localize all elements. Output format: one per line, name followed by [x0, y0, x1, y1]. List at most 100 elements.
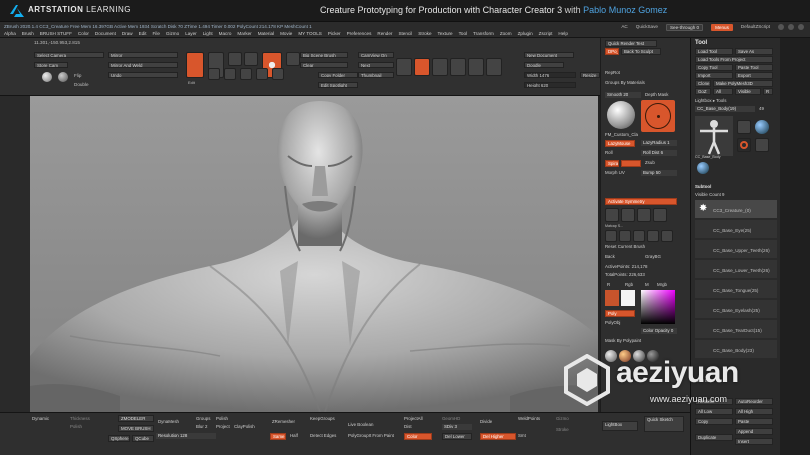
resolution-slider[interactable]: Resolution 128: [156, 433, 216, 439]
creature-sculpt[interactable]: [30, 96, 598, 412]
r-button[interactable]: R: [763, 88, 773, 95]
minimize-icon[interactable]: [778, 24, 784, 30]
subtool-item[interactable]: CC_Base_Eye(25): [695, 220, 777, 238]
del-higher-button[interactable]: Del Higher: [480, 433, 516, 440]
menu-item[interactable]: BRUSH STUFF: [40, 31, 72, 36]
goz-button[interactable]: GoZ: [695, 88, 711, 95]
menu-item[interactable]: Zscript: [539, 31, 553, 36]
mirror-weld-button[interactable]: Mirror And Weld: [108, 62, 178, 68]
load-tool-button[interactable]: Load Tool: [695, 48, 733, 55]
morph-uv-label[interactable]: Morph UV: [605, 170, 625, 176]
maximize-icon[interactable]: [788, 24, 794, 30]
divide-button[interactable]: Divide: [480, 419, 492, 425]
cylinder-icon[interactable]: [755, 120, 769, 134]
poly-label[interactable]: PolyObj: [605, 320, 620, 326]
lightbox-button[interactable]: LightBox: [602, 421, 638, 431]
camera-sphere-icon[interactable]: [42, 72, 52, 82]
height-slider[interactable]: Height 620: [524, 82, 576, 88]
spiral-button[interactable]: Spiral: [605, 160, 619, 167]
zremesher-button[interactable]: ZRemesher: [272, 419, 295, 425]
smooth-slider[interactable]: Smooth 20: [605, 92, 641, 98]
doodle-button[interactable]: Doodle: [524, 62, 564, 68]
brush-thumb-5-icon[interactable]: [605, 230, 617, 242]
rgb-label[interactable]: Rgb: [625, 282, 633, 288]
subtool-item[interactable]: CC_Base_Lower_Teeth(26): [695, 260, 777, 278]
menu-item[interactable]: Stroke: [418, 31, 431, 36]
save-as-button[interactable]: Save As: [735, 48, 773, 55]
blur-slider[interactable]: Blur 2: [196, 424, 207, 430]
brush-thumb-2-icon[interactable]: [621, 208, 635, 222]
simple-brush-icon[interactable]: [737, 138, 751, 152]
back-toggle[interactable]: Back: [605, 254, 615, 260]
main-color-swatch[interactable]: [605, 290, 619, 306]
menu-item[interactable]: Tool: [459, 31, 467, 36]
camera-icon[interactable]: [450, 58, 466, 76]
activate-symmetry-button[interactable]: Activate Symmetry: [605, 198, 677, 205]
undo-button[interactable]: Undo: [108, 72, 178, 78]
same-button[interactable]: Same: [270, 433, 286, 440]
dist-slider[interactable]: Dist: [404, 424, 412, 430]
graybg-toggle[interactable]: GrayBG: [645, 254, 661, 260]
thickness-label[interactable]: Thickness: [70, 416, 90, 422]
export-button[interactable]: Export: [735, 72, 773, 79]
brush-thumb-4-icon[interactable]: [653, 208, 667, 222]
brush-thumb-6-icon[interactable]: [619, 230, 631, 242]
smt-toggle[interactable]: Smt: [518, 433, 526, 439]
brush-thumb-1-icon[interactable]: [605, 208, 619, 222]
mrgb-icon[interactable]: [208, 68, 220, 80]
stroke-label[interactable]: Stroke: [556, 427, 569, 433]
menu-item[interactable]: File: [153, 31, 160, 36]
bump-slider[interactable]: Bump 50: [641, 170, 677, 176]
zsub-icon[interactable]: [272, 68, 284, 80]
double-button[interactable]: Double: [74, 82, 89, 87]
brush-thumb-3-icon[interactable]: [637, 208, 651, 222]
menu-item[interactable]: Document: [95, 31, 116, 36]
select-camera-button[interactable]: Select Camera: [34, 52, 104, 58]
append-button[interactable]: Append: [735, 428, 773, 435]
groups-label[interactable]: Groups: [196, 416, 210, 422]
lazymouse-toggle[interactable]: LazyMouse: [605, 140, 635, 147]
qsphere-button[interactable]: QSphere: [108, 435, 130, 442]
depth-mask-label[interactable]: Depth Mask: [645, 92, 668, 98]
geomhd-label[interactable]: GeomHD: [442, 416, 460, 422]
insert-button[interactable]: Insert: [735, 438, 773, 445]
mrgb-label[interactable]: Mrgb: [657, 282, 667, 288]
new-document-button[interactable]: New Document: [524, 52, 574, 58]
camera-sphere2-icon[interactable]: [58, 72, 68, 82]
weld-points-button[interactable]: WeldPoints: [518, 416, 540, 422]
m-icon[interactable]: [240, 68, 252, 80]
subtool-item[interactable]: CC_Base_Eyelash(25): [695, 300, 777, 318]
menu-item[interactable]: Macro: [219, 31, 232, 36]
menu-item[interactable]: Alpha: [4, 31, 16, 36]
duplicate-button[interactable]: Duplicate: [695, 434, 733, 441]
color-toggle[interactable]: Color: [404, 433, 432, 440]
next-button[interactable]: Next: [358, 62, 394, 68]
matcap-sphere-icon[interactable]: [607, 101, 635, 129]
pm3d-icon[interactable]: [697, 162, 709, 174]
make-polymesh-button[interactable]: Make PolyMesh3D: [713, 80, 773, 87]
menu-item[interactable]: Render: [377, 31, 392, 36]
render-icon[interactable]: [414, 58, 430, 76]
quicksave-button[interactable]: QuickSave: [636, 24, 658, 31]
menu-item[interactable]: Gizmo: [166, 31, 179, 36]
menu-item[interactable]: Zoom: [500, 31, 512, 36]
polish-toggle[interactable]: Polish: [216, 416, 228, 422]
subtool-item[interactable]: ✸ CC3_Creature_(0): [695, 200, 777, 218]
menu-item[interactable]: Brush: [22, 31, 34, 36]
menu-item[interactable]: Zplugin: [518, 31, 533, 36]
menu-item[interactable]: Picker: [328, 31, 341, 36]
brush-thumb-9-icon[interactable]: [661, 230, 673, 242]
sculpt-viewport[interactable]: [30, 96, 598, 412]
menu-item[interactable]: MY TOOLS: [298, 31, 322, 36]
detect-edges-toggle[interactable]: Detect Edges: [310, 433, 336, 439]
back-to-sculpt-button[interactable]: Back To Sculpt: [621, 48, 661, 55]
ac-label[interactable]: AC: [621, 24, 627, 31]
roll-toggle[interactable]: Roll: [605, 150, 613, 156]
polygroupit-button[interactable]: PolyGroupIt From Paint: [348, 433, 394, 439]
projectall-button[interactable]: ProjectAll: [404, 416, 423, 422]
lightbox-icon[interactable]: [432, 58, 448, 76]
polypaint-toggle[interactable]: Poly: [605, 310, 635, 317]
color-opacity-slider[interactable]: Color Opacity 0: [641, 328, 677, 334]
menu-item[interactable]: Transform: [473, 31, 494, 36]
clone-button[interactable]: Clone: [695, 80, 711, 87]
